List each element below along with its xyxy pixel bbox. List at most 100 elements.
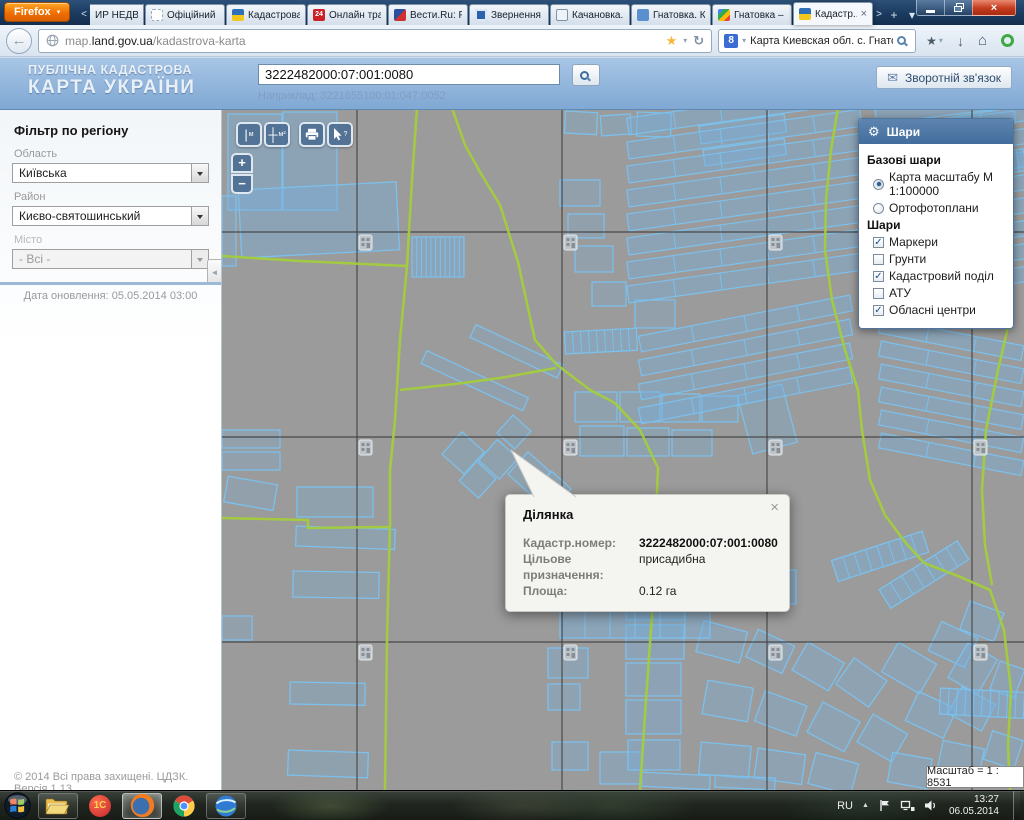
- parcel[interactable]: [575, 246, 613, 272]
- layer-option[interactable]: Грунти: [867, 252, 1005, 266]
- parcel[interactable]: [222, 430, 280, 448]
- network-icon[interactable]: [900, 799, 915, 812]
- measure-area-button[interactable]: ┼м²: [264, 122, 290, 147]
- search-query[interactable]: Карта Киевская обл. с. Гнатовка: [750, 35, 893, 47]
- tab-1[interactable]: ИР НЕДВ...: [90, 4, 144, 25]
- zoom-in-button[interactable]: +: [231, 153, 253, 173]
- feedback-button[interactable]: ✉ Зворотній зв'язок: [876, 66, 1012, 89]
- downloads-button[interactable]: ↓: [953, 29, 968, 53]
- parcel[interactable]: [222, 616, 252, 640]
- parcel[interactable]: [627, 428, 669, 456]
- taskbar-explorer-button[interactable]: [38, 793, 78, 819]
- parcel[interactable]: [640, 772, 711, 790]
- url-text[interactable]: map.land.gov.ua/kadastrova-karta: [65, 34, 660, 48]
- parcel[interactable]: [568, 214, 604, 238]
- parcel[interactable]: [702, 680, 753, 721]
- volume-icon[interactable]: [924, 799, 938, 812]
- tab-10[interactable]: Кадастр...×: [793, 2, 873, 25]
- tab-scroll-right-button[interactable]: >: [873, 5, 885, 25]
- tab-5[interactable]: Вести.Ru: Р...: [388, 4, 468, 25]
- new-tab-button[interactable]: +: [886, 6, 902, 24]
- parcel[interactable]: [564, 111, 597, 135]
- parcel[interactable]: [548, 684, 580, 710]
- cadastral-search-button[interactable]: [572, 64, 600, 86]
- radio-button[interactable]: [873, 203, 884, 214]
- language-indicator[interactable]: RU: [837, 800, 853, 812]
- checkbox[interactable]: [873, 254, 884, 265]
- minimize-button[interactable]: [916, 0, 945, 16]
- home-button[interactable]: ⌂: [974, 29, 991, 53]
- checkbox[interactable]: ✓: [873, 305, 884, 316]
- back-button[interactable]: ←: [6, 28, 32, 54]
- parcel[interactable]: [699, 742, 752, 778]
- search-engine-dropdown-icon[interactable]: ▾: [742, 36, 746, 45]
- layers-panel-header[interactable]: ⚙ Шари: [859, 119, 1013, 144]
- parcel[interactable]: [672, 430, 712, 456]
- parcel[interactable]: [626, 700, 681, 734]
- reload-icon[interactable]: ↻: [693, 33, 704, 49]
- parcel[interactable]: [635, 300, 675, 328]
- parcel[interactable]: [600, 114, 631, 136]
- tab-3[interactable]: Кадастрова...: [226, 4, 306, 25]
- checkbox[interactable]: [873, 288, 884, 299]
- layer-option[interactable]: ✓Кадастровий поділ: [867, 269, 1005, 283]
- addon-button[interactable]: [997, 29, 1018, 53]
- parcel[interactable]: [290, 682, 365, 705]
- select-район[interactable]: Києво-святошинський: [12, 206, 209, 226]
- parcel[interactable]: [575, 392, 617, 422]
- bookmark-star-icon[interactable]: ★: [666, 33, 678, 49]
- identify-button[interactable]: ?: [327, 122, 353, 147]
- tab-scroll-left-button[interactable]: <: [78, 5, 90, 25]
- action-center-flag-icon[interactable]: [878, 799, 891, 812]
- measure-length-button[interactable]: |м: [236, 122, 262, 147]
- tab-4[interactable]: 24Онлайн тра...: [307, 4, 387, 25]
- search-box[interactable]: 8 ▾ Карта Киевская обл. с. Гнатовка: [718, 29, 916, 53]
- checkbox[interactable]: ✓: [873, 237, 884, 248]
- parcel-subdivided[interactable]: [560, 608, 710, 638]
- tab-7[interactable]: Качановка. ...: [550, 4, 630, 25]
- search-engine-icon[interactable]: 8: [724, 34, 738, 48]
- layer-option[interactable]: ✓Обласні центри: [867, 303, 1005, 317]
- firefox-menu-button[interactable]: Firefox ▾: [4, 2, 70, 22]
- base-layer-option[interactable]: Карта масштабу М 1:100000: [867, 170, 1005, 198]
- select-dropdown-button[interactable]: [191, 164, 208, 182]
- tab-8[interactable]: Гнатовка. К...: [631, 4, 711, 25]
- taskbar-firefox-button[interactable]: [122, 793, 162, 819]
- taskbar-chrome-button[interactable]: [164, 793, 204, 819]
- popup-close-icon[interactable]: ×: [770, 499, 779, 516]
- parcel[interactable]: [222, 452, 280, 470]
- parcel[interactable]: [296, 526, 396, 549]
- tab-close-icon[interactable]: ×: [861, 8, 867, 20]
- taskbar-1c-button[interactable]: 1С: [80, 793, 120, 819]
- radio-button[interactable]: [873, 179, 884, 190]
- tray-expand-icon[interactable]: ▲: [862, 802, 869, 809]
- parcel-subdivided[interactable]: [412, 237, 464, 277]
- parcel-subdivided[interactable]: [564, 328, 637, 354]
- select-dropdown-button[interactable]: [191, 207, 208, 225]
- parcel[interactable]: [626, 663, 681, 696]
- zoom-out-button[interactable]: −: [231, 174, 253, 194]
- clock[interactable]: 13:27 06.05.2014: [949, 794, 999, 818]
- checkbox[interactable]: ✓: [873, 271, 884, 282]
- parcel[interactable]: [297, 487, 373, 517]
- show-desktop-button[interactable]: [1013, 791, 1020, 820]
- start-button[interactable]: [4, 792, 31, 819]
- layer-option[interactable]: ✓Маркери: [867, 235, 1005, 249]
- parcel[interactable]: [580, 426, 624, 456]
- parcel[interactable]: [628, 740, 680, 770]
- parcel[interactable]: [552, 742, 588, 770]
- close-button[interactable]: ×: [972, 0, 1016, 16]
- layer-option[interactable]: АТУ: [867, 286, 1005, 300]
- parcel[interactable]: [238, 182, 399, 258]
- urlbar-dropdown-icon[interactable]: ▾: [683, 36, 687, 45]
- print-button[interactable]: [299, 122, 325, 147]
- tab-6[interactable]: Звернення ...: [469, 4, 549, 25]
- parcel[interactable]: [293, 571, 379, 598]
- parcel[interactable]: [288, 750, 369, 778]
- url-bar[interactable]: map.land.gov.ua/kadastrova-karta ★ ▾ ↻: [38, 29, 712, 53]
- search-icon[interactable]: [897, 36, 906, 45]
- base-layer-option[interactable]: Ортофотоплани: [867, 201, 1005, 215]
- parcel[interactable]: [560, 180, 600, 206]
- tab-9[interactable]: Гнатовка – ...: [712, 4, 792, 25]
- cadastral-number-input[interactable]: [258, 64, 560, 85]
